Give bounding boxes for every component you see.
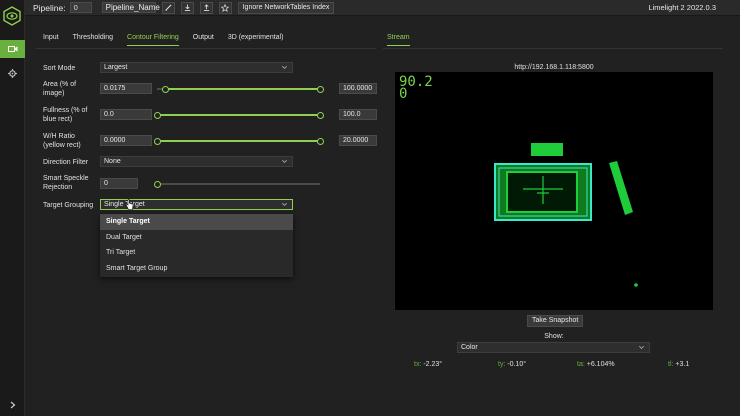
pipeline-index-field[interactable]: 0 — [69, 2, 92, 13]
chevron-down-icon — [282, 159, 287, 163]
version-label: Limelight 2 2022.0.3 — [648, 3, 716, 12]
sidebar-camera-button[interactable] — [0, 40, 25, 58]
settings-tabs: Input Thresholding Contour Filtering Out… — [43, 34, 297, 46]
target-grouping-menu: Single Target Dual Target Tri Target Sma… — [100, 214, 293, 277]
area-label: Area (% of image) — [43, 80, 76, 98]
favorite-button[interactable] — [218, 1, 232, 14]
sidebar-settings-button[interactable] — [0, 64, 25, 82]
area-label-line1: Area (% of — [43, 81, 77, 88]
pencil-icon — [165, 4, 172, 11]
sidebar — [0, 0, 25, 416]
download-button[interactable] — [180, 1, 194, 14]
stream-url: http://192.168.1.118:5800 — [514, 64, 594, 71]
menu-item-smart-target-group[interactable]: Smart Target Group — [100, 261, 293, 277]
target-readouts: tx: -2.23° ty: -0.10° ta: +6.104% tl: +3… — [395, 361, 713, 371]
area-range-slider-max-knob[interactable] — [316, 85, 324, 93]
overlay-line2: 0 — [399, 86, 407, 102]
menu-item-tri-target[interactable]: Tri Target — [100, 245, 293, 261]
show-select[interactable]: Color — [457, 342, 650, 353]
target-blob-top — [531, 143, 563, 156]
tab-output[interactable]: Output — [193, 34, 214, 46]
hand-cursor-icon — [125, 199, 134, 210]
tab-input[interactable]: Input — [43, 34, 59, 46]
camera-stream-view[interactable]: 90.2 0 — [395, 72, 713, 310]
area-range-slider-fill — [165, 88, 320, 90]
target-grouping-label: Target Grouping — [43, 202, 94, 209]
direction-filter-label: Direction Filter — [43, 159, 89, 166]
camera-icon — [7, 46, 17, 52]
limelight-logo-icon — [2, 6, 22, 26]
smart-speckle-label-line1: Smart Speckle — [43, 175, 89, 182]
tabs-divider — [36, 48, 376, 49]
wh-ratio-min-input[interactable]: 0.0000 — [100, 135, 152, 146]
take-snapshot-button[interactable]: Take Snapshot — [527, 315, 584, 327]
fullness-range-slider-min-knob[interactable] — [153, 111, 161, 119]
target-blob-right — [609, 161, 633, 215]
fullness-range-slider-max-knob[interactable] — [316, 111, 324, 119]
sort-mode-value: Largest — [104, 64, 128, 71]
readout-ta: ta: +6.104% — [577, 361, 615, 368]
chevron-down-icon — [639, 345, 644, 349]
smart-speckle-slider-track — [157, 183, 320, 185]
download-icon — [184, 4, 190, 11]
smart-speckle-label-line2: Rejection — [43, 184, 73, 191]
show-label: Show: — [544, 333, 564, 340]
wh-ratio-range-slider-max-knob[interactable] — [316, 137, 324, 145]
readout-tx: tx: -2.23° — [414, 361, 443, 368]
readout-ty: ty: -0.10° — [498, 361, 527, 368]
top-bar: Pipeline: 0 Pipeline_Name Ignore Network… — [25, 0, 740, 16]
target-speck — [634, 283, 638, 287]
wh-ratio-range-slider-fill — [157, 140, 320, 142]
gear-icon — [8, 68, 17, 78]
edit-button[interactable] — [161, 1, 175, 14]
fullness-label-line2: blue rect) — [43, 116, 73, 123]
fullness-range-slider-fill — [157, 114, 320, 116]
sort-mode-select[interactable]: Largest — [100, 62, 293, 73]
tab-3d-experimental[interactable]: 3D (experimental) — [228, 34, 284, 46]
ignore-networktables-index-button[interactable]: Ignore NetworkTables Index — [237, 1, 335, 14]
readout-tl: tl: +3.1 — [668, 361, 690, 368]
upload-icon — [203, 4, 209, 11]
chevron-right-icon — [10, 401, 15, 409]
direction-filter-select[interactable]: None — [100, 156, 293, 167]
direction-filter-value: None — [104, 158, 121, 165]
sort-mode-label: Sort Mode — [43, 65, 76, 72]
tab-thresholding[interactable]: Thresholding — [73, 34, 113, 46]
tab-contour-filtering[interactable]: Contour Filtering — [127, 34, 179, 46]
pipeline-label: Pipeline: — [33, 2, 66, 13]
star-icon — [221, 3, 230, 12]
wh-ratio-label-line2: (yellow rect) — [43, 142, 81, 149]
chevron-down-icon — [282, 202, 287, 206]
stream-tabs-divider — [383, 48, 723, 49]
fullness-label-line1: Fullness (% of — [43, 107, 88, 114]
wh-ratio-label: W/H Ratio (yellow rect) — [43, 132, 81, 150]
sidebar-expand-button[interactable] — [0, 398, 25, 412]
wh-ratio-max-input[interactable]: 20.0000 — [339, 135, 377, 146]
area-min-input[interactable]: 0.0175 — [100, 83, 152, 94]
area-label-line2: image) — [43, 90, 65, 97]
pipeline-name-field[interactable]: Pipeline_Name — [101, 2, 160, 13]
fullness-max-input[interactable]: 100.0 — [339, 109, 377, 120]
smart-speckle-label: Smart Speckle Rejection — [43, 174, 89, 192]
limelight-app: Pipeline: 0 Pipeline_Name Ignore Network… — [0, 0, 740, 416]
upload-button[interactable] — [199, 1, 213, 14]
menu-item-dual-target[interactable]: Dual Target — [100, 230, 293, 246]
fullness-min-input[interactable]: 0.0 — [100, 109, 152, 120]
target-inner-rect — [506, 171, 578, 213]
area-range-slider-min-knob[interactable] — [161, 85, 169, 93]
chevron-down-icon — [282, 65, 287, 69]
area-max-input[interactable]: 100.0000 — [339, 83, 377, 94]
smart-speckle-slider-knob[interactable] — [153, 180, 161, 188]
wh-ratio-label-line1: W/H Ratio — [43, 133, 75, 140]
tab-stream[interactable]: Stream — [387, 34, 410, 46]
fullness-label: Fullness (% of blue rect) — [43, 106, 87, 124]
show-select-value: Color — [461, 344, 478, 351]
wh-ratio-range-slider-min-knob[interactable] — [153, 137, 161, 145]
menu-item-single-target[interactable]: Single Target — [100, 214, 293, 230]
smart-speckle-input[interactable]: 0 — [100, 178, 138, 189]
